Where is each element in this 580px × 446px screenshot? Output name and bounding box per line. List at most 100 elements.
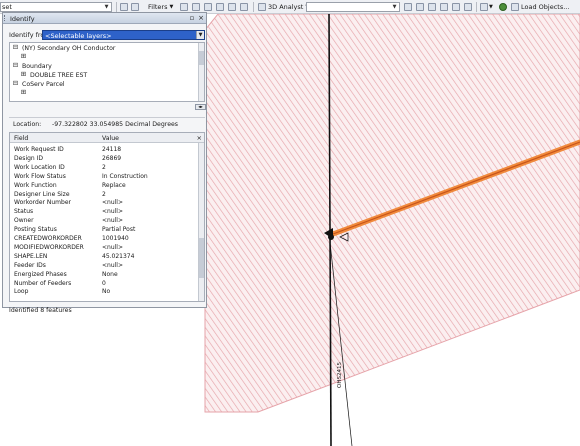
home-button[interactable] bbox=[216, 2, 224, 12]
tree-node-label: Boundary bbox=[22, 62, 52, 70]
load-objects-button[interactable]: Load Objects... bbox=[511, 2, 569, 12]
tool-button-3[interactable] bbox=[428, 2, 436, 12]
expand-icon[interactable]: ⊞ bbox=[20, 71, 27, 78]
table-row[interactable]: CREATEDWORKORDER 1001940 bbox=[10, 234, 198, 243]
table-row[interactable]: Posting Status Partial Post bbox=[10, 225, 198, 234]
value-cell: 45.021374 bbox=[102, 252, 135, 260]
collapse-icon[interactable]: ⊟ bbox=[12, 44, 19, 51]
table-row[interactable]: Work Location ID 2 bbox=[10, 163, 198, 172]
tree-node[interactable]: ⊟ CoServ Parcel bbox=[12, 80, 65, 88]
identify-titlebar[interactable]: Identify ▫ × bbox=[3, 13, 206, 24]
analyst-3d-label: 3D Analyst bbox=[268, 3, 304, 11]
results-tree[interactable]: ⊟ (NY) Secondary OH Conductor ⊞ ⊟ Bounda… bbox=[9, 42, 205, 102]
tree-node[interactable]: ⊞ DOUBLE TREE EST bbox=[20, 71, 87, 79]
drag-handle-icon[interactable] bbox=[4, 15, 7, 21]
table-row[interactable]: Designer Line Size 2 bbox=[10, 190, 198, 199]
value-cell: No bbox=[102, 288, 111, 296]
table-row[interactable]: Number of Feeders 0 bbox=[10, 279, 198, 288]
field-column-header[interactable]: Field bbox=[14, 135, 28, 142]
table-row[interactable]: Work Flow Status In Construction bbox=[10, 172, 198, 181]
value-cell: <null> bbox=[102, 243, 123, 251]
collapse-icon[interactable]: ⊟ bbox=[12, 62, 19, 69]
field-cell: Number of Feeders bbox=[14, 279, 72, 287]
surface-combo[interactable]: ▼ bbox=[306, 2, 400, 12]
field-cell: Workorder Number bbox=[14, 199, 71, 207]
tree-node-label: CoServ Parcel bbox=[22, 80, 65, 88]
analyst-3d-button[interactable]: 3D Analyst ▼ bbox=[258, 2, 309, 12]
field-cell: Design ID bbox=[14, 154, 44, 162]
scroll-thumb[interactable] bbox=[199, 51, 204, 65]
value-cell: Partial Post bbox=[102, 226, 136, 234]
table-row[interactable]: Status <null> bbox=[10, 207, 198, 216]
field-cell: Status bbox=[14, 208, 34, 216]
tool-button-7[interactable] bbox=[499, 2, 507, 12]
tool-button-5[interactable] bbox=[452, 2, 460, 12]
tool-button-6[interactable] bbox=[464, 2, 472, 12]
up-button[interactable] bbox=[204, 2, 212, 12]
identify-from-select[interactable]: <Selectable layers> ▼ bbox=[42, 30, 205, 40]
table-row[interactable]: Loop No bbox=[10, 287, 198, 296]
globe-icon bbox=[258, 3, 266, 11]
value-cell: <null> bbox=[102, 261, 123, 269]
attribute-grid[interactable]: Field Value × Work Request ID 24118 Design… bbox=[9, 132, 205, 302]
tree-nav-buttons[interactable]: ◂▸ bbox=[195, 104, 206, 110]
contour-icon bbox=[416, 3, 424, 11]
zoom-button[interactable] bbox=[240, 2, 248, 12]
value-cell: None bbox=[102, 270, 118, 278]
tool-button-4[interactable] bbox=[440, 2, 448, 12]
identify-from-value: <Selectable layers> bbox=[45, 32, 112, 40]
layer-combo[interactable]: set ▼ bbox=[0, 2, 112, 12]
tree-scrollbar[interactable] bbox=[198, 43, 204, 101]
back-button[interactable] bbox=[180, 2, 188, 12]
forward-button[interactable] bbox=[192, 2, 200, 12]
steepest-path-icon bbox=[452, 3, 460, 11]
chart-button[interactable]: ▼ bbox=[480, 2, 493, 12]
select-tool-button[interactable] bbox=[120, 2, 128, 12]
tree-node[interactable]: ⊟ Boundary bbox=[12, 62, 52, 70]
tree-node[interactable]: ⊞ bbox=[20, 53, 30, 61]
close-button[interactable]: × bbox=[197, 14, 205, 22]
table-row[interactable]: MODIFIEDWORKORDER <null> bbox=[10, 243, 198, 252]
table-row[interactable]: Owner <null> bbox=[10, 216, 198, 225]
table-row[interactable]: SHAPE.LEN 45.021374 bbox=[10, 252, 198, 261]
value-cell: 0 bbox=[102, 279, 106, 287]
pan-button[interactable] bbox=[228, 2, 236, 12]
field-cell: Work Flow Status bbox=[14, 172, 66, 180]
expand-icon[interactable]: ⊞ bbox=[20, 53, 27, 60]
table-row[interactable]: Feeder IDs <null> bbox=[10, 261, 198, 270]
collapse-icon[interactable]: ⊟ bbox=[12, 80, 19, 87]
zoom-icon bbox=[240, 3, 248, 11]
pole-point[interactable] bbox=[328, 234, 334, 240]
expand-icon[interactable]: ⊞ bbox=[20, 89, 27, 96]
tree-node[interactable]: ⊞ bbox=[20, 89, 30, 97]
home-icon bbox=[216, 3, 224, 11]
value-cell: 24118 bbox=[102, 146, 122, 153]
filters-label: Filters bbox=[148, 3, 168, 11]
scroll-thumb[interactable] bbox=[199, 238, 204, 278]
table-row[interactable]: Energized Phases None bbox=[10, 270, 198, 279]
tool-button-1[interactable] bbox=[404, 2, 412, 12]
table-row[interactable]: Design ID 26869 bbox=[10, 154, 198, 163]
table-row[interactable]: Work Request ID 24118 bbox=[10, 145, 198, 154]
close-icon[interactable]: × bbox=[197, 134, 202, 142]
tool-button-2[interactable] bbox=[416, 2, 424, 12]
field-cell: Work Request ID bbox=[14, 146, 64, 153]
field-cell: Work Location ID bbox=[14, 163, 65, 171]
field-cell: Loop bbox=[14, 288, 29, 296]
tree-node[interactable]: ⊟ (NY) Secondary OH Conductor bbox=[12, 44, 115, 52]
load-objects-icon bbox=[511, 3, 519, 11]
chevron-down-icon: ▼ bbox=[104, 4, 109, 10]
tree-node-label: (NY) Secondary OH Conductor bbox=[22, 44, 116, 52]
value-cell: 2 bbox=[102, 190, 106, 198]
grid-scrollbar[interactable] bbox=[198, 143, 204, 301]
location-value: -97.322802 33.054985 Decimal Degrees bbox=[52, 121, 179, 128]
table-row[interactable]: Workorder Number <null> bbox=[10, 198, 198, 207]
dock-button[interactable]: ▫ bbox=[188, 14, 196, 22]
value-cell: 26869 bbox=[102, 154, 122, 162]
grid-tool-button[interactable] bbox=[131, 2, 139, 12]
value-column-header[interactable]: Value bbox=[102, 135, 119, 142]
table-row[interactable]: Work Function Replace bbox=[10, 181, 198, 190]
pan-icon bbox=[228, 3, 236, 11]
filters-button[interactable]: Filters ▼ bbox=[148, 2, 173, 12]
value-cell: <null> bbox=[102, 199, 123, 207]
